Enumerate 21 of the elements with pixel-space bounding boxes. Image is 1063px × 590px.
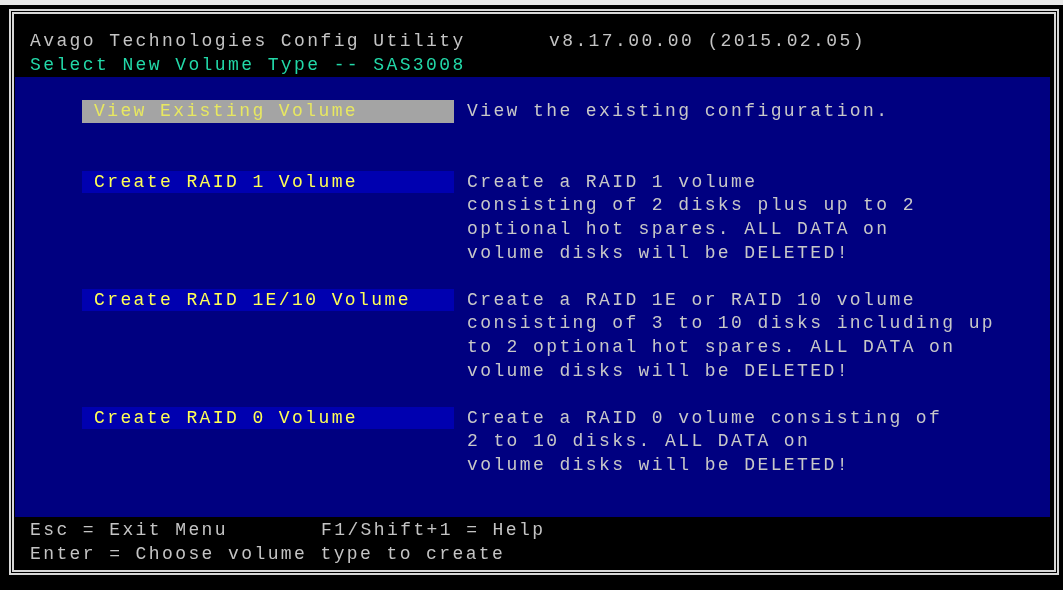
utility-title: Avago Technologies Config Utility <box>30 30 467 53</box>
option-description: volume disks will be DELETED! <box>467 453 851 477</box>
screen-subtitle: Select New Volume Type -- SAS3008 <box>30 53 466 77</box>
option-description: Create a RAID 1 volume <box>467 170 759 194</box>
key-hint: F1/Shift+1 = Help <box>321 519 546 542</box>
option-description: consisting of 3 to 10 disks including up <box>467 312 996 336</box>
option-description: volume disks will be DELETED! <box>467 359 851 383</box>
key-hint: Esc = Exit Menu <box>30 519 230 542</box>
option-description: to 2 optional hot spares. ALL DATA on <box>467 335 957 359</box>
key-hint: Enter = Choose volume type to create <box>30 542 506 566</box>
version-text: v8.17.00.00 (2015.02.05) <box>549 30 866 53</box>
menu-option[interactable]: Create RAID 1E/10 Volume <box>82 288 454 312</box>
option-description: Create a RAID 1E or RAID 10 volume <box>467 288 917 312</box>
option-description: volume disks will be DELETED! <box>467 241 851 265</box>
option-description: Create a RAID 0 volume consisting of <box>467 406 943 430</box>
menu-option[interactable]: Create RAID 1 Volume <box>82 170 454 194</box>
menu-option[interactable]: Create RAID 0 Volume <box>82 406 454 430</box>
option-description: optional hot spares. ALL DATA on <box>467 217 891 241</box>
option-description: 2 to 10 disks. ALL DATA on <box>467 430 812 454</box>
option-description: consisting of 2 disks plus up to 2 <box>467 194 916 218</box>
option-description: View the existing configuration. <box>467 100 890 123</box>
